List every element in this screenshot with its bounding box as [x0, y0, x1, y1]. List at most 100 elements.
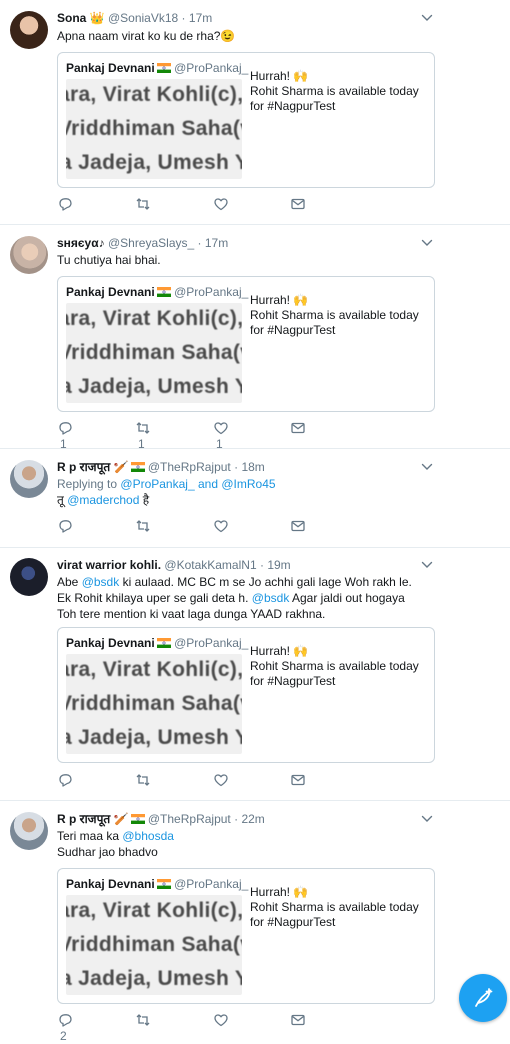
tweet-feed: Sona 👑 @SoniaVk18 · 17m Apna naam virat …: [0, 0, 510, 1043]
chevron-down-icon[interactable]: [420, 236, 434, 250]
image-text: ara, Virat Kohli(c),: [66, 899, 242, 922]
quoted-tweet-header: Pankaj Devnani @ProPankaj_: [66, 61, 248, 75]
user-name[interactable]: ѕняєуα♪: [57, 236, 105, 250]
tweet-text-part: Teri maa ka: [57, 829, 120, 843]
image-text: a Jadeja, Umesh Y: [66, 375, 242, 398]
quoted-tweet[interactable]: Pankaj Devnani @ProPankaj_ ara, Virat Ko…: [57, 52, 435, 188]
quoted-tweet[interactable]: Pankaj Devnani @ProPankaj_ ara, Virat Ko…: [57, 868, 435, 1004]
reply-icon: [57, 518, 73, 534]
like-button[interactable]: [213, 196, 229, 212]
avatar[interactable]: [10, 236, 48, 274]
mention-link[interactable]: @bsdk: [82, 575, 120, 589]
retweet-button[interactable]: [135, 1012, 151, 1028]
quoted-image[interactable]: ara, Virat Kohli(c), Vriddhiman Saha(v a…: [66, 654, 242, 754]
india-flag-icon: [131, 814, 145, 824]
avatar[interactable]: [10, 460, 48, 498]
direct-message-button[interactable]: [290, 196, 306, 212]
quoted-line: for #NagpurTest: [250, 323, 336, 337]
user-name[interactable]: R p राजपूत 🏏: [57, 812, 129, 826]
tweet-time[interactable]: 22m: [241, 812, 264, 826]
mention-link[interactable]: @ImRo45: [221, 477, 275, 491]
chevron-down-icon[interactable]: [420, 812, 434, 826]
compose-tweet-button[interactable]: [459, 974, 507, 1022]
heart-icon: [213, 518, 229, 534]
avatar[interactable]: [10, 558, 48, 596]
retweet-button[interactable]: [135, 518, 151, 534]
tweet-time[interactable]: 18m: [241, 460, 264, 474]
heart-icon: [213, 772, 229, 788]
mention-link[interactable]: @bsdk: [252, 591, 290, 605]
quoted-handle: @ProPankaj_: [174, 285, 249, 299]
retweet-button[interactable]: 1: [135, 420, 151, 451]
retweet-button[interactable]: [135, 772, 151, 788]
user-handle[interactable]: @KotakKamalN1: [164, 558, 256, 572]
mention-link[interactable]: @ProPankaj_: [120, 477, 194, 491]
quoted-author: Pankaj Devnani: [66, 61, 155, 75]
image-text: a Jadeja, Umesh Y: [66, 967, 242, 990]
tweet[interactable]: Sona 👑 @SoniaVk18 · 17m Apna naam virat …: [0, 0, 510, 225]
tweet-header: virat warrior kohli. @KotakKamalN1 · 19m: [57, 558, 291, 572]
image-text: Vriddhiman Saha(v: [66, 933, 242, 956]
reply-button[interactable]: [57, 518, 73, 534]
reply-button[interactable]: 2: [57, 1012, 73, 1043]
quoted-image[interactable]: ara, Virat Kohli(c), Vriddhiman Saha(v a…: [66, 79, 242, 179]
quoted-author: Pankaj Devnani: [66, 636, 155, 650]
quoted-tweet-header: Pankaj Devnani @ProPankaj_: [66, 636, 248, 650]
chevron-down-icon[interactable]: [420, 558, 434, 572]
quoted-image[interactable]: ara, Virat Kohli(c), Vriddhiman Saha(v a…: [66, 303, 242, 403]
direct-message-button[interactable]: [290, 420, 306, 436]
user-handle[interactable]: @SoniaVk18: [108, 11, 178, 25]
tweet[interactable]: R p राजपूत 🏏 @TheRpRajput · 22m Teri maa…: [0, 801, 510, 1043]
avatar[interactable]: [10, 812, 48, 850]
tweet-text: Teri maa ka @bhosda Sudhar jao bhadvo: [57, 828, 417, 860]
tweet-text: Apna naam virat ko ku de rha?😉: [57, 29, 236, 43]
like-button[interactable]: [213, 772, 229, 788]
user-handle[interactable]: @ShreyaSlays_: [108, 236, 194, 250]
heart-icon: [213, 420, 229, 436]
quoted-line: Hurrah! 🙌: [250, 69, 309, 83]
reply-button[interactable]: [57, 772, 73, 788]
avatar[interactable]: [10, 11, 48, 49]
chevron-down-icon[interactable]: [420, 460, 434, 474]
mention-link[interactable]: @maderchod: [67, 493, 139, 507]
direct-message-button[interactable]: [290, 518, 306, 534]
retweet-icon: [135, 518, 151, 534]
tweet-time[interactable]: 19m: [267, 558, 290, 572]
like-button[interactable]: [213, 518, 229, 534]
quoted-line: for #NagpurTest: [250, 915, 336, 929]
tweet-text: Tu chutiya hai bhai.: [57, 253, 161, 267]
tweet[interactable]: virat warrior kohli. @KotakKamalN1 · 19m…: [0, 548, 510, 801]
user-name[interactable]: Sona 👑: [57, 11, 105, 25]
reply-button[interactable]: 1: [57, 420, 73, 451]
like-button[interactable]: 1: [213, 420, 229, 451]
tweet[interactable]: R p राजपूत 🏏 @TheRpRajput · 18m Replying…: [0, 449, 510, 548]
quoted-line: Rohit Sharma is available today: [250, 900, 419, 914]
user-name[interactable]: virat warrior kohli.: [57, 558, 161, 572]
tweet-header: Sona 👑 @SoniaVk18 · 17m: [57, 11, 213, 25]
tweet-time[interactable]: 17m: [205, 236, 228, 250]
quoted-line: for #NagpurTest: [250, 674, 336, 688]
reply-button[interactable]: [57, 196, 73, 212]
india-flag-icon: [157, 879, 171, 889]
tweet-time[interactable]: 17m: [189, 11, 212, 25]
chevron-down-icon[interactable]: [420, 11, 434, 25]
user-name[interactable]: R p राजपूत 🏏: [57, 460, 129, 474]
reply-icon: [57, 772, 73, 788]
tweet-text: Abe @bsdk ki aulaad. MC BC m se Jo achhi…: [57, 574, 427, 622]
direct-message-button[interactable]: [290, 772, 306, 788]
like-button[interactable]: [213, 1012, 229, 1028]
quoted-image[interactable]: ara, Virat Kohli(c), Vriddhiman Saha(v a…: [66, 895, 242, 995]
image-text: a Jadeja, Umesh Y: [66, 151, 242, 174]
quoted-tweet[interactable]: Pankaj Devnani @ProPankaj_ ara, Virat Ko…: [57, 627, 435, 763]
direct-message-button[interactable]: [290, 1012, 306, 1028]
quoted-line: Rohit Sharma is available today: [250, 659, 419, 673]
mention-link[interactable]: @bhosda: [122, 829, 174, 843]
quoted-tweet[interactable]: Pankaj Devnani @ProPankaj_ ara, Virat Ko…: [57, 276, 435, 412]
retweet-button[interactable]: [135, 196, 151, 212]
user-handle[interactable]: @TheRpRajput: [148, 460, 231, 474]
image-text: Vriddhiman Saha(v: [66, 692, 242, 715]
retweet-icon: [135, 772, 151, 788]
user-handle[interactable]: @TheRpRajput: [148, 812, 231, 826]
envelope-icon: [290, 772, 306, 788]
tweet[interactable]: ѕняєуα♪ @ShreyaSlays_ · 17m Tu chutiya h…: [0, 225, 510, 451]
